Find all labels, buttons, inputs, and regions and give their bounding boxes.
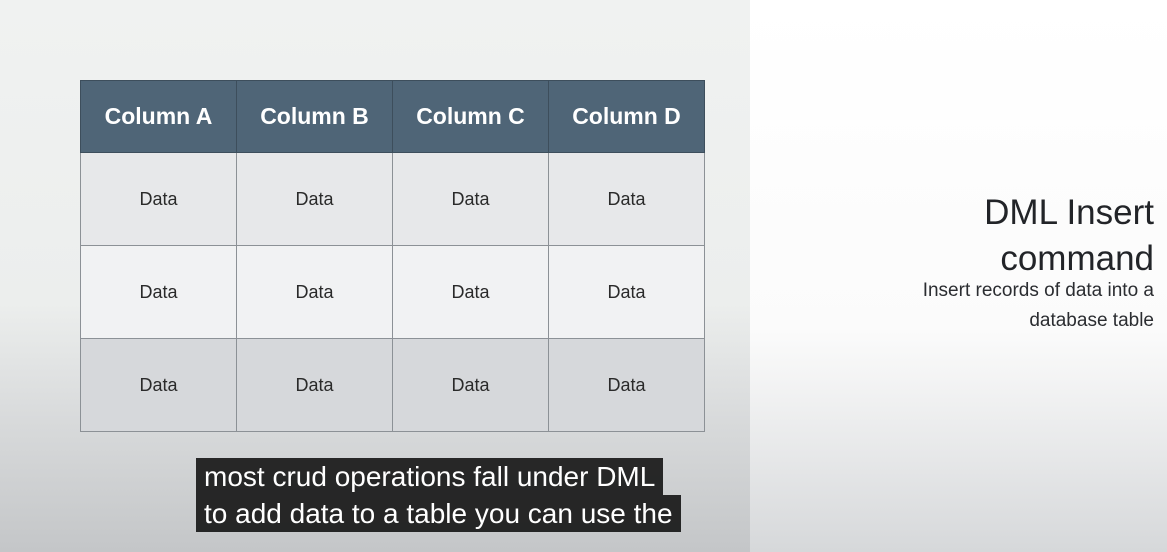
caption-line: most crud operations fall under DML <box>196 458 664 495</box>
slide-subtitle-line: database table <box>1029 310 1154 331</box>
table-cell: Data <box>236 245 393 339</box>
table-cell: Data <box>392 338 549 432</box>
table-cell: Data <box>392 152 549 246</box>
table-cell: Data <box>548 338 705 432</box>
table-cell: Data <box>236 152 393 246</box>
table-cell: Data <box>548 245 705 339</box>
slide-subtitle: Insert records of data into a database t… <box>854 276 1154 336</box>
column-header-b: Column B <box>236 80 393 153</box>
table-row: Data Data Data Data <box>80 338 705 432</box>
column-header-d: Column D <box>548 80 705 153</box>
table-cell: Data <box>80 338 237 432</box>
column-header-c: Column C <box>392 80 549 153</box>
column-header-a: Column A <box>80 80 237 153</box>
example-table: Column A Column B Column C Column D Data… <box>80 80 705 432</box>
table-cell: Data <box>80 152 237 246</box>
caption-line: to add data to a table you can use the <box>196 495 681 532</box>
table-cell: Data <box>80 245 237 339</box>
table-row: Data Data Data Data <box>80 152 705 246</box>
slide-title: DML Insert command <box>874 190 1154 282</box>
slide-subtitle-line: Insert records of data into a <box>922 280 1154 301</box>
table-header-row: Column A Column B Column C Column D <box>80 80 705 153</box>
table-cell: Data <box>236 338 393 432</box>
video-captions: most crud operations fall under DML to a… <box>196 458 681 532</box>
table-cell: Data <box>392 245 549 339</box>
table-cell: Data <box>548 152 705 246</box>
table-row: Data Data Data Data <box>80 245 705 339</box>
slide-title-line: DML Insert <box>984 193 1154 232</box>
